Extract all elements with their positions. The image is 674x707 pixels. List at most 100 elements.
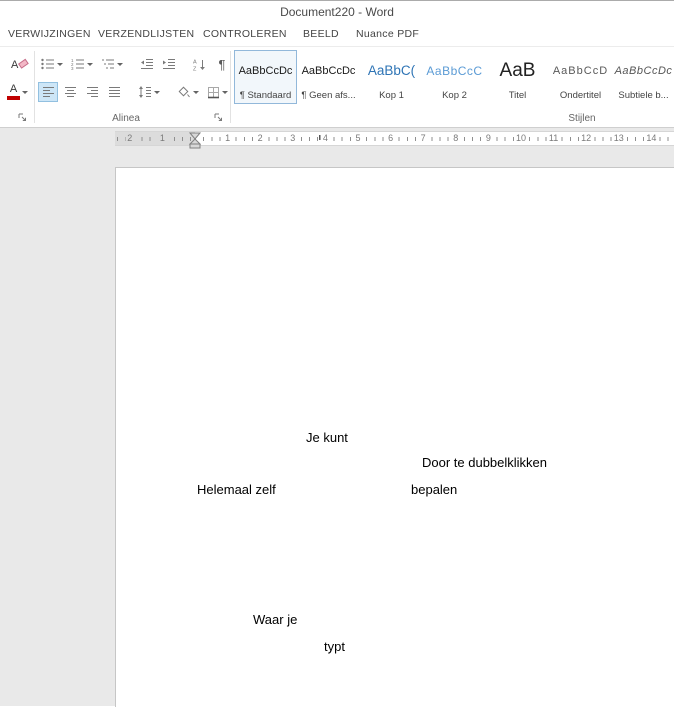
- word-window: Document220 - Word VERWIJZINGEN VERZENDL…: [0, 0, 674, 707]
- ruler-number: 10: [513, 132, 529, 145]
- shading-button[interactable]: [174, 82, 202, 102]
- style-tile-ondertitel[interactable]: AaBbCcD Ondertitel: [549, 50, 612, 104]
- document-text: Door te dubbelklikken: [422, 455, 548, 470]
- clear-formatting-button[interactable]: A: [8, 54, 32, 74]
- show-formatting-marks-button[interactable]: ¶: [212, 54, 232, 74]
- decrease-indent-icon: [140, 58, 154, 70]
- title-bar: Document220 - Word: [0, 1, 674, 23]
- align-center-button[interactable]: [60, 82, 80, 102]
- styles-group-label: Stijlen: [568, 113, 596, 124]
- style-tile-subtiele-benadrukking[interactable]: AaBbCcDc Subtiele b...: [612, 50, 674, 104]
- style-sample: AaB: [499, 59, 536, 81]
- font-dialog-launcher[interactable]: [18, 113, 27, 122]
- ruler-number: 8: [451, 132, 461, 145]
- svg-text:A: A: [11, 59, 19, 71]
- ruler-number: 1: [223, 132, 233, 145]
- paragraph-dialog-launcher[interactable]: [214, 113, 223, 122]
- window-title: Document220 - Word: [280, 5, 394, 19]
- tab-verzendlijsten[interactable]: VERZENDLIJSTEN: [98, 23, 194, 46]
- multilevel-list-icon: [101, 58, 115, 70]
- increase-indent-button[interactable]: [159, 54, 179, 74]
- group-separator: [34, 51, 35, 123]
- ruler-number: 1: [157, 132, 167, 145]
- svg-text:3: 3: [71, 66, 74, 70]
- style-tile-kop1[interactable]: AaBbC( Kop 1: [360, 50, 423, 104]
- style-name: Ondertitel: [559, 90, 602, 101]
- line-spacing-icon: [138, 86, 152, 98]
- decrease-indent-button[interactable]: [137, 54, 157, 74]
- document-area: Je kunt Door te dubbelklikken Helemaal z…: [0, 149, 674, 707]
- chevron-down-icon: [117, 62, 123, 66]
- document-text: Waar je: [253, 612, 298, 627]
- ruler-number: 2: [255, 132, 265, 145]
- tab-verwijzingen[interactable]: VERWIJZINGEN: [8, 23, 91, 46]
- sort-button[interactable]: A Z: [190, 54, 210, 74]
- ruler-number: 3: [288, 132, 298, 145]
- document-text: Je kunt: [306, 430, 348, 445]
- styles-gallery: AaBbCcDc ¶ Standaard AaBbCcDc ¶ Geen afs…: [234, 50, 674, 104]
- ruler-number: 9: [483, 132, 493, 145]
- bullets-button[interactable]: [38, 54, 66, 74]
- paragraph-group-label: Alinea: [112, 113, 140, 124]
- numbering-button[interactable]: 1 2 3: [68, 54, 96, 74]
- ribbon: A A 1 2 3 A Z ¶ Alinea AaBbCcDc ¶ Standa…: [0, 46, 674, 128]
- align-left-button[interactable]: [38, 82, 58, 102]
- svg-text:Z: Z: [193, 66, 197, 71]
- ruler-number: 14: [644, 132, 659, 145]
- document-text: typt: [324, 639, 345, 654]
- chevron-down-icon: [22, 90, 28, 94]
- document-page[interactable]: Je kunt Door te dubbelklikken Helemaal z…: [115, 167, 674, 707]
- style-sample: AaBbCcDc: [238, 64, 293, 77]
- justify-button[interactable]: [104, 82, 124, 102]
- font-color-button[interactable]: A: [4, 82, 31, 102]
- ruler-number: 5: [353, 132, 363, 145]
- chevron-down-icon: [154, 90, 160, 94]
- tab-beeld[interactable]: BEELD: [303, 23, 339, 46]
- style-sample: AaBbC(: [367, 63, 416, 78]
- style-sample: AaBbCcD: [552, 64, 609, 77]
- chevron-down-icon: [222, 90, 228, 94]
- align-right-button[interactable]: [82, 82, 102, 102]
- horizontal-ruler[interactable]: 2 1 1 2 3 4 5 6 7 8 9 10 11 12 13 14: [0, 128, 674, 149]
- align-left-icon: [42, 86, 55, 98]
- increase-indent-icon: [162, 58, 176, 70]
- chevron-down-icon: [57, 62, 63, 66]
- bullet-list-icon: [41, 58, 55, 70]
- justify-icon: [108, 86, 121, 98]
- indent-markers[interactable]: [189, 129, 201, 150]
- style-tile-geen-afstand[interactable]: AaBbCcDc ¶ Geen afs...: [297, 50, 360, 104]
- ruler-strip[interactable]: 2 1 1 2 3 4 5 6 7 8 9 10 11 12 13 14: [115, 131, 674, 149]
- align-center-icon: [64, 86, 77, 98]
- line-spacing-button[interactable]: [135, 82, 163, 102]
- tab-nuance-pdf[interactable]: Nuance PDF: [356, 23, 419, 46]
- style-name: ¶ Geen afs...: [301, 90, 356, 101]
- sort-az-icon: A Z: [193, 58, 207, 71]
- style-tile-kop2[interactable]: AaBbCcC Kop 2: [423, 50, 486, 104]
- borders-grid-icon: [207, 86, 220, 99]
- style-name: ¶ Standaard: [239, 90, 292, 101]
- paragraph-group-row2: [38, 82, 231, 102]
- tab-controleren[interactable]: CONTROLEREN: [203, 23, 287, 46]
- numbered-list-icon: 1 2 3: [71, 58, 85, 70]
- style-sample: AaBbCcDc: [614, 64, 673, 77]
- align-right-icon: [86, 86, 99, 98]
- style-sample: AaBbCcDc: [301, 64, 356, 77]
- style-name: Titel: [508, 90, 527, 101]
- style-sample: AaBbCcC: [426, 63, 483, 78]
- document-text: Helemaal zelf: [197, 482, 276, 497]
- style-tile-standaard[interactable]: AaBbCcDc ¶ Standaard: [234, 50, 297, 104]
- style-name: Kop 2: [442, 90, 467, 101]
- group-separator: [230, 51, 231, 123]
- style-name: Subtiele b...: [618, 90, 669, 101]
- multilevel-list-button[interactable]: [98, 54, 126, 74]
- document-text: bepalen: [411, 482, 458, 497]
- style-tile-titel[interactable]: AaB Titel: [486, 50, 549, 104]
- ruler-number: 11: [546, 132, 561, 145]
- borders-button[interactable]: [204, 82, 231, 102]
- ruler-number: 4: [320, 132, 330, 145]
- paragraph-group-row1: 1 2 3 A Z ¶: [38, 54, 232, 74]
- style-name: Kop 1: [379, 90, 404, 101]
- ruler-number: 12: [579, 132, 594, 145]
- chevron-down-icon: [193, 90, 199, 94]
- svg-text:A: A: [193, 59, 197, 65]
